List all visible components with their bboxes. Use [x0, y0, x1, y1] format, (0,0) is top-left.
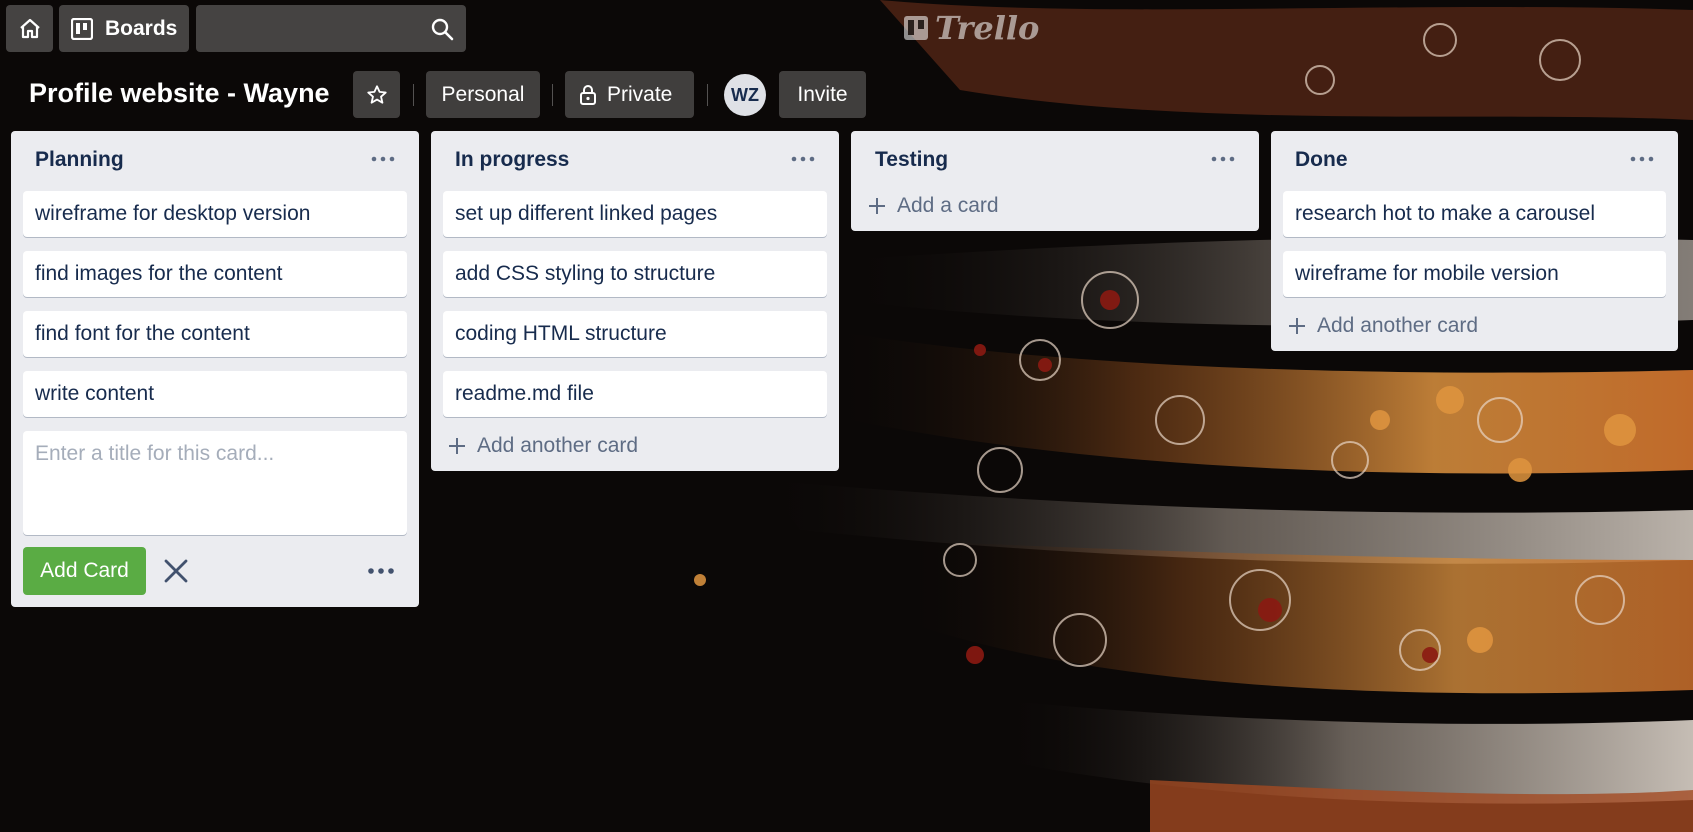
add-card-label: Add another card [477, 434, 639, 457]
list-menu-icon[interactable] [367, 147, 399, 171]
card[interactable]: wireframe for mobile version [1283, 251, 1666, 297]
list-planning: Planning wireframe for desktop version f… [11, 131, 419, 607]
list-header: Planning [23, 131, 407, 191]
list-title[interactable]: Testing [875, 148, 948, 172]
card[interactable]: coding HTML structure [443, 311, 827, 357]
boards-button[interactable]: Boards [59, 5, 189, 52]
privacy-button[interactable]: Private [565, 71, 694, 118]
star-icon [366, 84, 387, 104]
add-card-link[interactable]: Add another card [443, 429, 827, 463]
trello-logo[interactable]: Trello [903, 9, 1040, 47]
add-card-link[interactable]: Add another card [1283, 309, 1666, 343]
list-header: Done [1283, 131, 1666, 191]
close-icon[interactable] [162, 557, 190, 585]
logo-text: Trello [935, 9, 1040, 47]
card[interactable]: write content [23, 371, 407, 417]
add-card-label: Add another card [1317, 314, 1479, 337]
card[interactable]: research hot to make a carousel [1283, 191, 1666, 237]
boards-label: Boards [105, 16, 178, 40]
list-menu-icon[interactable] [787, 147, 819, 171]
list-title[interactable]: In progress [455, 148, 569, 172]
member-avatar[interactable]: WZ [724, 74, 766, 116]
star-board-button[interactable] [353, 71, 400, 118]
card[interactable]: find images for the content [23, 251, 407, 297]
trello-logo-icon [904, 16, 928, 40]
search-icon [431, 18, 454, 41]
member-initials: WZ [731, 84, 759, 105]
header-divider [707, 84, 708, 106]
list-header: In progress [443, 131, 827, 191]
boards-icon [71, 17, 93, 40]
card[interactable]: add CSS styling to structure [443, 251, 827, 297]
list-header: Testing [863, 131, 1247, 191]
plus-icon [449, 438, 465, 454]
composer-menu-icon[interactable] [365, 559, 397, 583]
header-divider [413, 84, 414, 106]
card-composer [23, 431, 407, 535]
plus-icon [1289, 318, 1305, 334]
list-testing: Testing Add a card [851, 131, 1259, 231]
list-menu-icon[interactable] [1626, 147, 1658, 171]
card[interactable]: readme.md file [443, 371, 827, 417]
card[interactable]: wireframe for desktop version [23, 191, 407, 237]
lock-icon [580, 84, 596, 105]
card-title-input[interactable] [35, 442, 395, 466]
privacy-label: Private [607, 82, 673, 106]
header-divider [552, 84, 553, 106]
list-title[interactable]: Done [1295, 148, 1348, 172]
top-navigation: Boards Trello [0, 0, 1693, 56]
add-card-link[interactable]: Add a card [863, 189, 1247, 223]
board-title[interactable]: Profile website - Wayne [29, 78, 330, 109]
add-card-button[interactable]: Add Card [23, 547, 146, 595]
add-card-label: Add a card [897, 194, 999, 217]
card[interactable]: find font for the content [23, 311, 407, 357]
composer-actions: Add Card [23, 547, 407, 595]
list-title[interactable]: Planning [35, 148, 124, 172]
list-done: Done research hot to make a carousel wir… [1271, 131, 1678, 351]
team-visibility-button[interactable]: Personal [426, 71, 540, 118]
search-input[interactable] [196, 5, 466, 52]
home-icon [19, 18, 40, 38]
card[interactable]: set up different linked pages [443, 191, 827, 237]
list-in-progress: In progress set up different linked page… [431, 131, 839, 471]
list-menu-icon[interactable] [1207, 147, 1239, 171]
plus-icon [869, 198, 885, 214]
invite-button[interactable]: Invite [779, 71, 866, 118]
home-button[interactable] [6, 5, 53, 52]
